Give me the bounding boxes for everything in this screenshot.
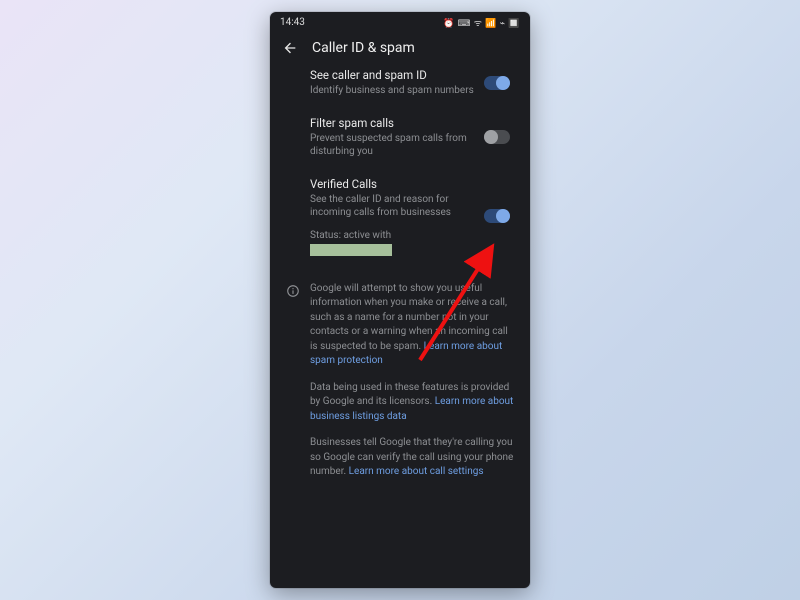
info-section: Google will attempt to show you useful i… bbox=[288, 282, 514, 480]
page-title: Caller ID & spam bbox=[312, 40, 415, 56]
link-call-settings[interactable]: Learn more about call settings bbox=[349, 466, 484, 477]
toggle-see-caller[interactable] bbox=[484, 76, 510, 90]
phone-frame: 14:43 ⏰ ⌨ ᯤ 📶 ⌁ 🔲 Caller ID & spam See c… bbox=[270, 12, 530, 588]
setting-subtitle: Prevent suspected spam calls from distur… bbox=[310, 132, 478, 159]
toggle-filter-spam[interactable] bbox=[484, 130, 510, 144]
info-paragraph-3: Businesses tell Google that they're call… bbox=[310, 436, 514, 480]
setting-title: See caller and spam ID bbox=[310, 68, 478, 82]
app-bar: Caller ID & spam bbox=[270, 30, 530, 68]
info-icon bbox=[286, 284, 300, 298]
setting-title: Filter spam calls bbox=[310, 116, 478, 130]
setting-subtitle: See the caller ID and reason for incomin… bbox=[310, 193, 478, 220]
verified-status-label: Status: active with bbox=[310, 230, 478, 241]
setting-title: Verified Calls bbox=[310, 177, 478, 191]
status-icons: ⏰ ⌨ ᯤ 📶 ⌁ 🔲 bbox=[443, 16, 520, 29]
setting-filter-spam[interactable]: Filter spam calls Prevent suspected spam… bbox=[310, 116, 514, 159]
back-icon[interactable] bbox=[282, 40, 298, 56]
setting-see-caller-spam-id[interactable]: See caller and spam ID Identify business… bbox=[310, 68, 514, 98]
redacted-account bbox=[310, 244, 392, 256]
setting-subtitle: Identify business and spam numbers bbox=[310, 84, 478, 98]
toggle-verified-calls[interactable] bbox=[484, 209, 510, 223]
status-bar: 14:43 ⏰ ⌨ ᯤ 📶 ⌁ 🔲 bbox=[270, 12, 530, 30]
info-paragraph-2: Data being used in these features is pro… bbox=[310, 381, 514, 425]
info-paragraph-1: Google will attempt to show you useful i… bbox=[310, 282, 514, 369]
settings-list: See caller and spam ID Identify business… bbox=[270, 68, 530, 588]
status-time: 14:43 bbox=[280, 17, 305, 28]
setting-verified-calls[interactable]: Verified Calls See the caller ID and rea… bbox=[310, 177, 514, 256]
